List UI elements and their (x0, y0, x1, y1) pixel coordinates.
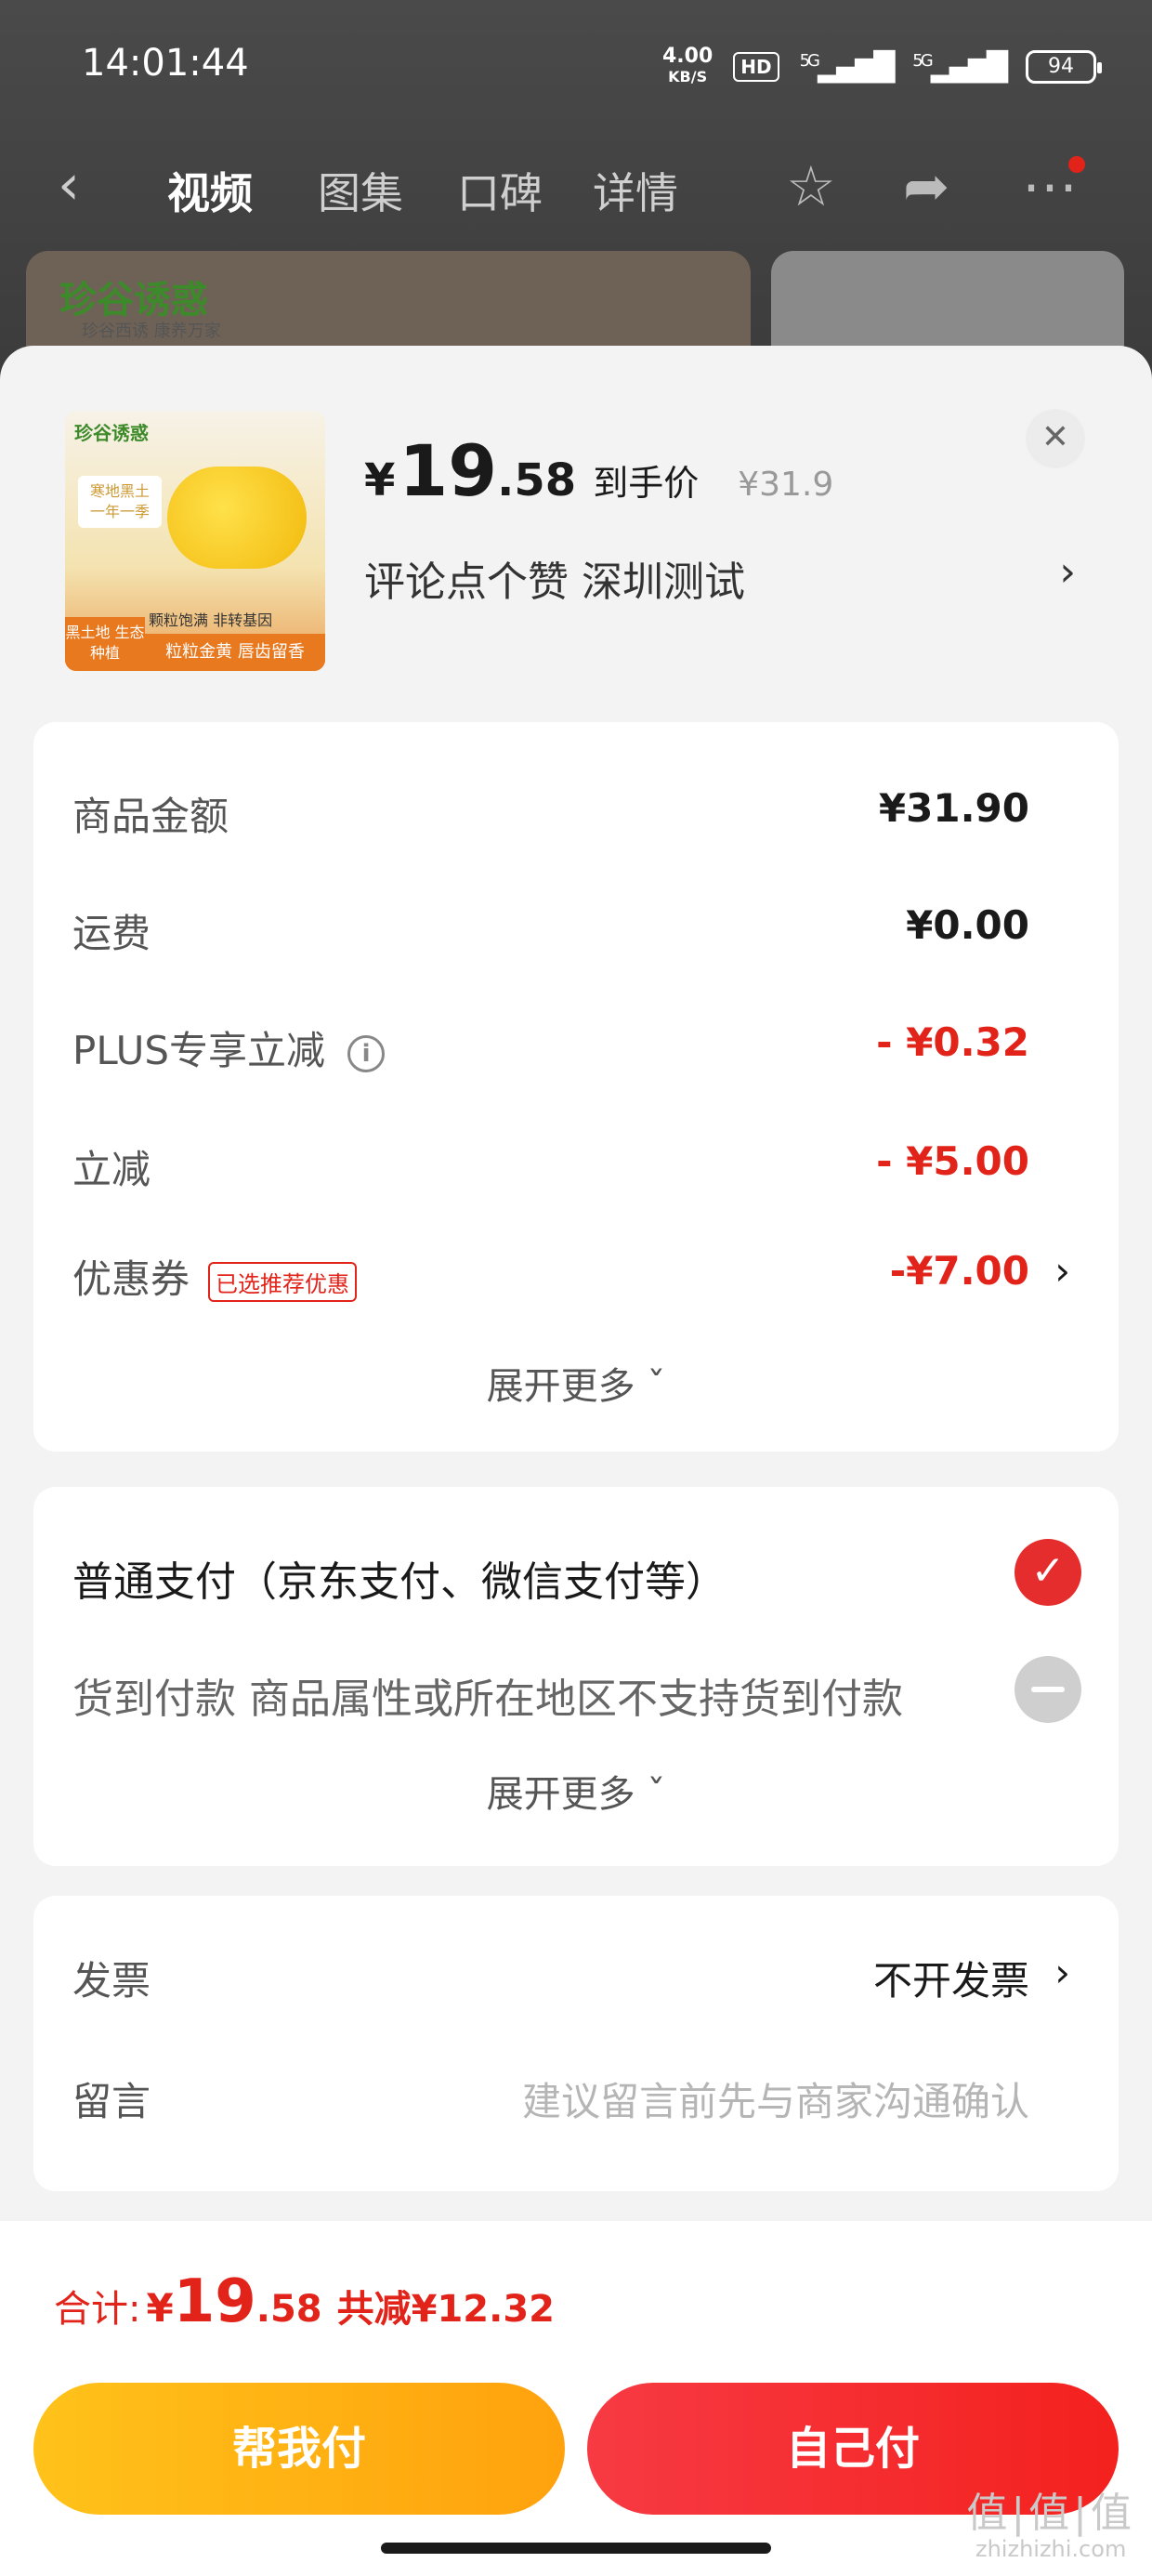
summary-row-coupon[interactable]: 优惠券 已选推荐优惠 -¥7.00 (72, 1248, 1029, 1304)
corn-illustration (167, 467, 307, 569)
product-image: 珍谷诱惑 寒地黑土 一年一季 颗粒饱满 非转基因 黑土地 生态种植 粒粒金黄 唇… (65, 411, 325, 671)
disabled-icon (1015, 1656, 1081, 1723)
total-amount: 19 (173, 2267, 256, 2336)
help-pay-button[interactable]: 帮我付 (33, 2383, 565, 2515)
final-price: ¥ 19 .58 到手价 ¥31.9 (364, 429, 834, 512)
product-image-tag: 黑土地 生态种植 (65, 617, 145, 671)
brand-logo: 珍谷诱惑 (59, 279, 208, 322)
tab-details[interactable]: 详情 (593, 160, 678, 221)
chevron-left-icon[interactable]: ‹ (58, 152, 80, 217)
status-time: 14:01:44 (82, 42, 249, 85)
chevron-right-icon[interactable]: › (1054, 1248, 1070, 1294)
status-bar: 14:01:44 4.00 KB/S HD 5G▂▄▆█ 5G▂▄▆█ 94 (82, 42, 1102, 98)
price-label: 到手价 (593, 463, 700, 504)
total-saved: 共减¥12.32 (336, 2288, 555, 2331)
status-icons: 4.00 KB/S HD 5G▂▄▆█ 5G▂▄▆█ 94 (661, 45, 1102, 87)
original-price: ¥31.9 (738, 466, 834, 504)
star-icon[interactable]: ☆ (786, 154, 836, 219)
tab-gallery[interactable]: 图集 (318, 160, 403, 221)
share-icon[interactable]: ➦ (903, 154, 949, 219)
brand-slogan: 珍谷西诱 康养万家 (82, 322, 221, 341)
payment-option-cod: 货到付款 商品属性或所在地区不支持货到付款 (72, 1656, 1081, 1730)
payment-option-normal[interactable]: 普通支付（京东支付、微信支付等） ✓ (72, 1539, 1081, 1613)
product-image-tag: 寒地黑土 一年一季 (78, 476, 162, 528)
summary-row-plus: PLUS专享立减 i - ¥0.32 (72, 1019, 1029, 1073)
summary-row-goods: 商品金额 ¥31.90 (72, 785, 1029, 839)
total-label: 合计: (54, 2288, 141, 2331)
product-spec[interactable]: 评论点个赞 深圳测试 (364, 548, 745, 608)
invoice-message-card: 发票 不开发票 › 留言 建议留言前先与商家沟通确认 (33, 1896, 1119, 2191)
message-row[interactable]: 留言 建议留言前先与商家沟通确认 (72, 2070, 1029, 2126)
tab-reviews[interactable]: 口碑 (457, 160, 543, 221)
payment-method-card: 普通支付（京东支付、微信支付等） ✓ 货到付款 商品属性或所在地区不支持货到付款… (33, 1487, 1119, 1866)
chevron-right-icon[interactable]: › (1054, 1950, 1070, 1995)
close-icon[interactable]: ✕ (1026, 409, 1085, 468)
battery-icon: 94 (1026, 50, 1102, 84)
hd-icon: HD (733, 52, 779, 82)
order-total-bar: 合计: ¥ 19 .58 共减¥12.32 (0, 2221, 1152, 2370)
expand-more-button[interactable]: 展开更多 ˇ (33, 1764, 1119, 1818)
notification-dot (1068, 156, 1085, 173)
invoice-row[interactable]: 发票 不开发票 (72, 1950, 1029, 2005)
summary-row-shipping: 运费 ¥0.00 (72, 902, 1029, 956)
product-nav: ‹ 视频 图集 口碑 详情 ☆ ➦ ⋯ (0, 149, 1152, 232)
message-input[interactable]: 建议留言前先与商家沟通确认 (522, 2070, 1029, 2127)
product-image-tag: 粒粒金黄 唇齿留香 (145, 634, 325, 671)
signal-icon: 5G▂▄▆█ (799, 50, 896, 84)
info-icon[interactable]: i (347, 1034, 386, 1072)
product-image-brand: 珍谷诱惑 (74, 422, 149, 444)
net-speed: 4.00 KB/S (661, 45, 713, 86)
watermark: 值|值|值 zhizhizhi.com (966, 2490, 1135, 2562)
summary-row-discount: 立减 - ¥5.00 (72, 1138, 1029, 1192)
signal-icon-2: 5G▂▄▆█ (912, 50, 1008, 84)
chevron-right-icon[interactable]: › (1059, 548, 1076, 596)
coupon-badge: 已选推荐优惠 (208, 1262, 358, 1302)
checkmark-icon[interactable]: ✓ (1015, 1539, 1081, 1606)
tab-video[interactable]: 视频 (167, 160, 253, 221)
expand-more-button[interactable]: 展开更多 ˇ (33, 1356, 1119, 1410)
home-indicator[interactable] (381, 2543, 771, 2554)
product-image-tag: 颗粒饱满 非转基因 (149, 611, 273, 629)
price-summary-card: 商品金额 ¥31.90 运费 ¥0.00 PLUS专享立减 i - ¥0.32 立… (33, 722, 1119, 1452)
